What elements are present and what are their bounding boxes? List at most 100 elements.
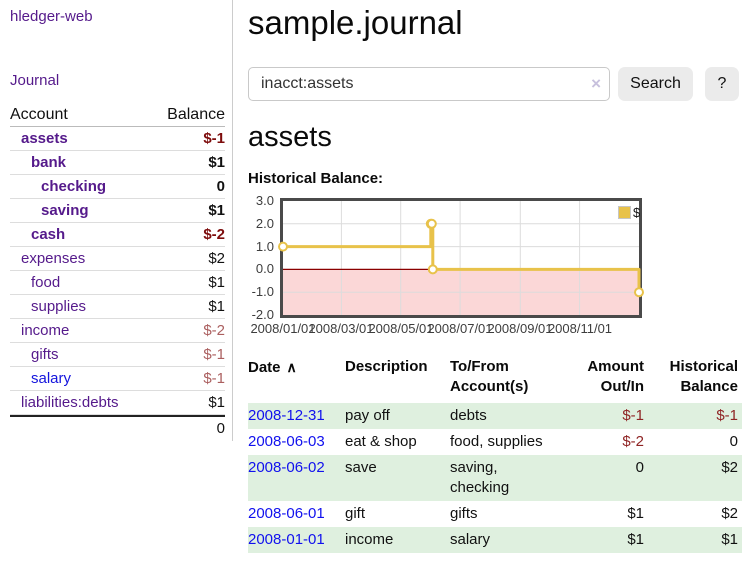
y-tick: 2.0 (248, 216, 274, 232)
account-row-liabilities-debts: liabilities:debts $1 (10, 391, 225, 415)
txn-accounts: gifts (450, 501, 560, 527)
help-button[interactable]: ? (705, 67, 739, 101)
accounts-table-header: Account Balance (10, 102, 225, 127)
header-accounts-line2: Account(s) (450, 378, 528, 395)
y-tick: 3.0 (248, 193, 274, 209)
txn-accounts: saving, checking (450, 455, 560, 501)
register-header-row: Date∧ Description To/From Account(s) Amo… (248, 355, 742, 403)
y-tick: -1.0 (248, 284, 274, 300)
register-row: 2008-06-01 gift gifts $1 $2 (248, 501, 742, 527)
search-button[interactable]: Search (618, 67, 693, 101)
app-brand-link[interactable]: hledger-web (10, 8, 93, 25)
txn-balance: 0 (648, 429, 742, 455)
account-link-cash[interactable]: cash (10, 223, 65, 246)
txn-date-link[interactable]: 2008-12-31 (248, 407, 325, 424)
account-link-saving[interactable]: saving (10, 199, 89, 222)
account-link-salary[interactable]: salary (10, 367, 71, 390)
register-row: 2008-06-02 save saving, checking 0 $2 (248, 455, 742, 501)
accounts-total-value: 0 (217, 417, 225, 439)
register-row: 2008-12-31 pay off debts $-1 $-1 (248, 403, 742, 429)
account-balance-bank[interactable]: $1 (208, 151, 225, 174)
header-description: Description (345, 355, 450, 403)
account-row-income: income $-2 (10, 319, 225, 343)
account-link-supplies[interactable]: supplies (10, 295, 86, 318)
txn-accounts: food, supplies (450, 429, 560, 455)
txn-date-cell: 2008-06-01 (248, 501, 345, 527)
account-balance-saving[interactable]: $1 (208, 199, 225, 222)
x-tick: 2008/11/01 (544, 321, 616, 336)
txn-amount: $1 (560, 527, 648, 553)
txn-description: save (345, 455, 450, 501)
accounts-total-row: 0 (10, 415, 225, 439)
account-link-gifts[interactable]: gifts (10, 343, 59, 366)
account-balance-food[interactable]: $1 (208, 271, 225, 294)
historical-balance-chart: 3.0 2.0 1.0 0.0 -1.0 -2.0 (248, 196, 648, 338)
account-link-food[interactable]: food (10, 271, 60, 294)
txn-balance: $1 (648, 527, 742, 553)
account-balance-expenses[interactable]: $2 (208, 247, 225, 270)
account-row-gifts: gifts $-1 (10, 343, 225, 367)
account-balance-salary[interactable]: $-1 (203, 367, 225, 390)
account-balance-cash[interactable]: $-2 (203, 223, 225, 246)
txn-accounts: salary (450, 527, 560, 553)
account-link-expenses[interactable]: expenses (10, 247, 85, 270)
txn-date-cell: 2008-06-02 (248, 455, 345, 501)
account-balance-liabilities-debts[interactable]: $1 (208, 391, 225, 414)
account-row-bank: bank $1 (10, 151, 225, 175)
txn-amount: $-1 (560, 403, 648, 429)
account-link-assets[interactable]: assets (10, 127, 68, 150)
header-balance-line1: Historical (670, 358, 738, 375)
txn-date-link[interactable]: 2008-06-01 (248, 505, 325, 522)
y-tick: 0.0 (248, 261, 274, 277)
account-link-income[interactable]: income (10, 319, 69, 342)
txn-amount: 0 (560, 455, 648, 501)
txn-date-link[interactable]: 2008-01-01 (248, 531, 325, 548)
sort-ascending-icon: ∧ (287, 359, 297, 375)
txn-balance: $-1 (648, 403, 742, 429)
sidebar: hledger-web Journal Account Balance asse… (0, 0, 233, 441)
account-balance-checking[interactable]: 0 (217, 175, 225, 198)
account-row-checking: checking 0 (10, 175, 225, 199)
txn-amount: $-2 (560, 429, 648, 455)
header-date[interactable]: Date∧ (248, 355, 345, 403)
clear-search-icon[interactable]: × (591, 74, 601, 94)
account-row-assets: assets $-1 (10, 127, 225, 151)
header-amount: Amount Out/In (560, 355, 648, 403)
account-row-supplies: supplies $1 (10, 295, 225, 319)
sidebar-item-journal[interactable]: Journal (10, 72, 59, 89)
chart-legend: $ (618, 205, 640, 220)
header-accounts-line1: To/From (450, 358, 509, 375)
txn-balance: $2 (648, 455, 742, 501)
txn-description: income (345, 527, 450, 553)
txn-balance: $2 (648, 501, 742, 527)
chart-title: Historical Balance: (248, 170, 742, 187)
account-balance-income[interactable]: $-2 (203, 319, 225, 342)
legend-swatch-icon (618, 206, 631, 219)
txn-date-cell: 2008-01-01 (248, 527, 345, 553)
account-row-salary: salary $-1 (10, 367, 225, 391)
account-balance-supplies[interactable]: $1 (208, 295, 225, 318)
account-link-liabilities-debts[interactable]: liabilities:debts (10, 391, 119, 414)
search-input[interactable] (248, 67, 610, 101)
account-balance-gifts[interactable]: $-1 (203, 343, 225, 366)
txn-accounts-text: saving, checking (450, 458, 530, 498)
search-box: × (248, 67, 610, 101)
txn-date-cell: 2008-12-31 (248, 403, 345, 429)
register-row: 2008-06-03 eat & shop food, supplies $-2… (248, 429, 742, 455)
header-amount-line2: Out/In (601, 378, 644, 395)
account-link-checking[interactable]: checking (10, 175, 106, 198)
account-row-cash: cash $-2 (10, 223, 225, 247)
txn-date-link[interactable]: 2008-06-02 (248, 459, 325, 476)
account-link-bank[interactable]: bank (10, 151, 66, 174)
account-balance-assets[interactable]: $-1 (203, 127, 225, 150)
accounts-header-account: Account (10, 102, 68, 126)
header-balance: Historical Balance (648, 355, 742, 403)
txn-description: pay off (345, 403, 450, 429)
txn-amount: $1 (560, 501, 648, 527)
txn-date-cell: 2008-06-03 (248, 429, 345, 455)
page-title: sample.journal (248, 4, 742, 42)
register-row: 2008-01-01 income salary $1 $1 (248, 527, 742, 553)
legend-label: $ (633, 205, 640, 220)
account-row-food: food $1 (10, 271, 225, 295)
txn-date-link[interactable]: 2008-06-03 (248, 433, 325, 450)
